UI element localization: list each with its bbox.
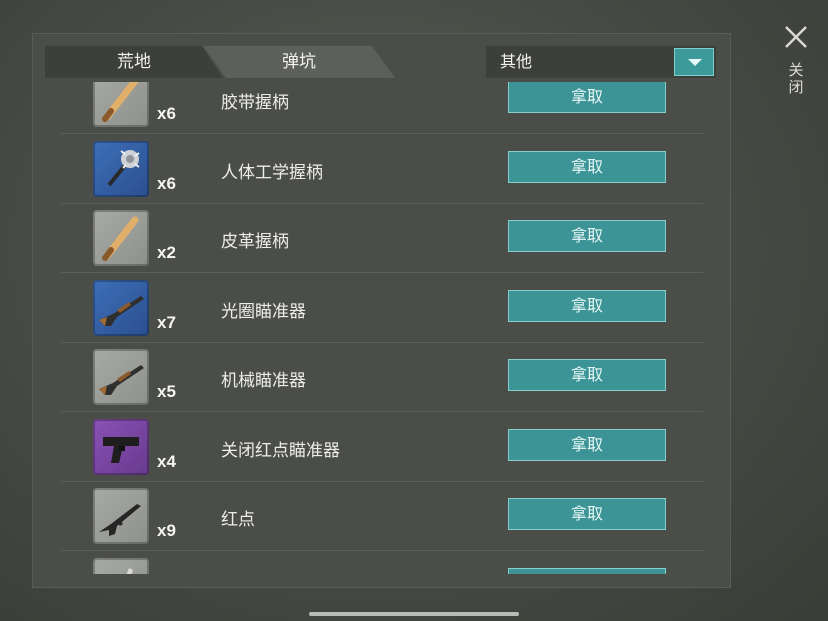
take-button[interactable]: 拿取	[508, 220, 666, 252]
item-thumbnail	[93, 418, 149, 475]
take-button[interactable]: 拿取	[508, 82, 666, 113]
item-name: 胶带握柄	[221, 93, 289, 113]
close-icon[interactable]	[782, 23, 810, 51]
item-name: 机械瞄准器	[221, 371, 306, 391]
take-button[interactable]: 拿取	[508, 359, 666, 391]
item-name: 光圈瞄准器	[221, 301, 306, 322]
take-button[interactable]: 拿取	[508, 150, 666, 183]
item-quantity: x7	[157, 312, 176, 332]
take-button[interactable]	[508, 567, 666, 574]
category-dropdown[interactable]: 其他	[486, 46, 716, 78]
take-button[interactable]: 拿取	[508, 428, 666, 461]
item-quantity: x2	[157, 243, 176, 262]
item-quantity: x5	[157, 382, 176, 401]
home-indicator	[309, 612, 519, 616]
list-item	[61, 551, 703, 574]
item-list[interactable]: x6 胶带握柄 拿取 x6 人体工学握柄 拿取 x2 皮革握柄 拿取 x7 光圈瞄准器 拿取 x5 机械瞄…	[61, 82, 705, 574]
tab-crater[interactable]: 弹坑	[203, 46, 395, 78]
item-thumbnail	[93, 82, 149, 127]
list-item: x5 机械瞄准器 拿取	[61, 342, 703, 412]
close-label[interactable]: 关闭	[786, 62, 806, 96]
chevron-down-icon[interactable]	[674, 48, 714, 76]
item-thumbnail	[93, 140, 149, 197]
tab-bar: 荒地 弹坑 其他	[45, 46, 717, 80]
list-item: x7 光圈瞄准器 拿取	[61, 273, 703, 343]
item-quantity: x6	[157, 173, 176, 193]
item-thumbnail	[93, 557, 149, 574]
item-thumbnail	[93, 210, 149, 266]
list-item: x6 胶带握柄 拿取	[61, 82, 703, 134]
list-item: x9 红点 拿取	[61, 481, 703, 551]
item-name: 红点	[221, 510, 255, 530]
item-name: 人体工学握柄	[221, 162, 323, 183]
tab-wasteland[interactable]: 荒地	[45, 46, 223, 78]
take-button[interactable]: 拿取	[508, 289, 666, 322]
item-quantity: x6	[157, 104, 176, 123]
item-quantity: x4	[157, 451, 176, 471]
loot-panel: 荒地 弹坑 其他 x6 胶带握柄 拿取 x6 人体工学握柄 拿取 x2 皮革握柄 拿取 x7 光圈瞄…	[33, 34, 730, 587]
list-item: x4 关闭红点瞄准器 拿取	[61, 412, 703, 482]
list-item: x6 人体工学握柄 拿取	[61, 134, 703, 204]
item-thumbnail	[93, 488, 149, 544]
dropdown-selected-label: 其他	[500, 52, 533, 71]
item-name: 皮革握柄	[221, 232, 289, 252]
item-name: 关闭红点瞄准器	[221, 440, 340, 461]
item-thumbnail	[93, 279, 149, 336]
list-item: x2 皮革握柄 拿取	[61, 203, 703, 273]
item-quantity: x9	[157, 521, 176, 540]
close-text: 关闭	[788, 61, 804, 96]
take-button[interactable]: 拿取	[508, 498, 666, 530]
item-thumbnail	[93, 349, 149, 405]
